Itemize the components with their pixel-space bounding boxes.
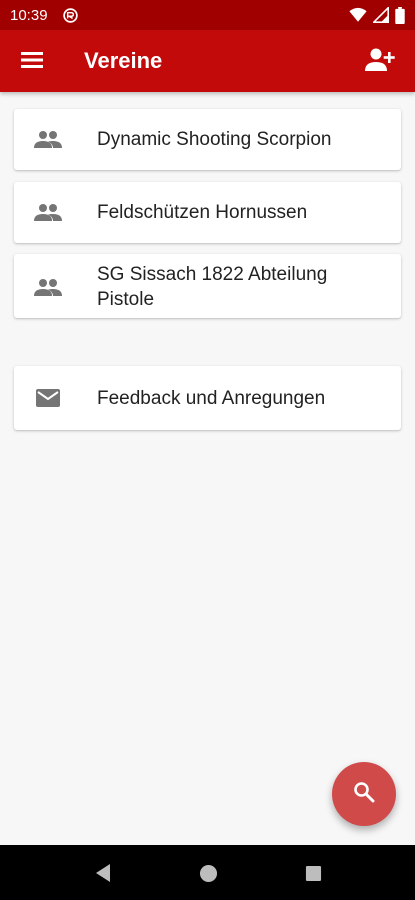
feedback-card[interactable]: Feedback und Anregungen <box>14 366 401 430</box>
mail-icon <box>34 386 62 410</box>
club-card[interactable]: SG Sissach 1822 Abteilung Pistole <box>14 254 401 318</box>
add-club-button[interactable] <box>359 44 399 80</box>
search-button[interactable] <box>332 762 396 826</box>
club-name: Dynamic Shooting Scorpion <box>97 129 332 150</box>
navigation-bar <box>0 845 415 900</box>
recents-icon[interactable] <box>303 863 323 883</box>
home-icon[interactable] <box>198 863 218 883</box>
status-left: 10:39 <box>10 7 79 24</box>
menu-icon <box>20 50 44 75</box>
search-icon <box>352 780 376 809</box>
group-icon <box>34 200 62 224</box>
club-name: SG Sissach 1822 Abteilung Pistole <box>97 264 328 310</box>
status-time: 10:39 <box>10 6 48 24</box>
cell-signal-icon <box>373 7 389 23</box>
feedback-label: Feedback und Anregungen <box>97 388 326 409</box>
page-title: Vereine <box>84 48 163 73</box>
menu-button[interactable] <box>14 44 50 80</box>
group-icon <box>34 275 62 299</box>
club-card[interactable]: Dynamic Shooting Scorpion <box>14 109 401 170</box>
club-card[interactable]: Feldschützen Hornussen <box>14 182 401 243</box>
app-bar: Vereine <box>0 30 415 92</box>
group-icon <box>34 127 62 151</box>
wifi-icon <box>349 7 367 23</box>
club-name: Feldschützen Hornussen <box>97 202 308 223</box>
add-person-icon <box>363 47 395 78</box>
status-right <box>349 6 405 24</box>
battery-icon <box>395 6 405 24</box>
sync-circle-icon <box>62 7 79 24</box>
back-icon[interactable] <box>93 863 113 883</box>
status-bar: 10:39 <box>0 0 415 30</box>
